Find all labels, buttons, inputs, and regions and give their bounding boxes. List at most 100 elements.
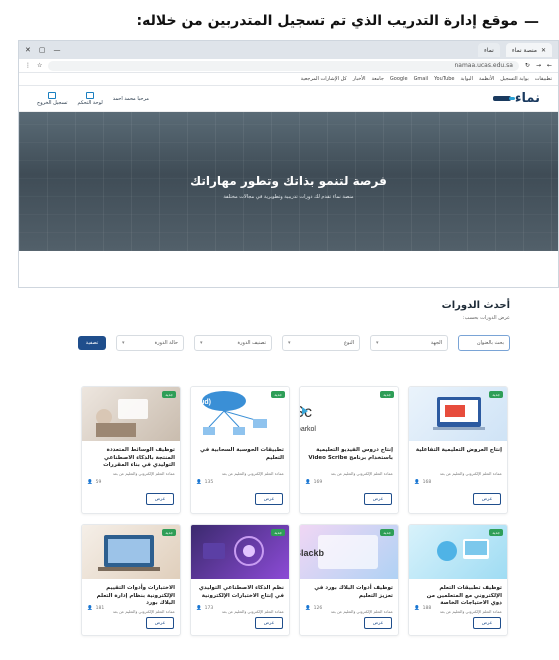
course-image: جديد [409,525,507,579]
svg-text:from Sparkol: from Sparkol [300,426,316,433]
user-greeting[interactable]: مرحبا محمد احمد [113,96,149,102]
browser-tab-active[interactable]: منصة نماء ✕ [505,43,552,57]
forward-icon[interactable]: → [536,62,541,69]
browser-window: ✕ ▢ — نماء منصة نماء ✕ ⋮ ☆ namaa.ucas.edu.s… [18,40,559,288]
svg-text:(Cloud): (Cloud) [191,399,211,406]
course-image: جديد [409,387,507,441]
course-title: إنتاج العروض التعليمية التفاعلية [415,447,502,453]
bookmark-item[interactable]: YouTube [434,76,454,82]
course-title: نظم الذكاء الاصطناعي التوليدي في إنتاج ا… [198,585,284,599]
status-select[interactable]: حالة الدورة ▾ [116,335,184,351]
chevron-down-icon: ▾ [376,340,379,346]
entity-select[interactable]: الجهة ▾ [370,335,448,351]
view-course-button[interactable]: عرض [364,493,392,505]
course-title: توظيف الوسائط المتعددة المنتجة بالذكاء ا… [103,447,175,469]
back-icon[interactable]: ← [547,62,552,69]
view-course-button[interactable]: عرض [473,493,501,505]
search-input[interactable]: بحث بالعنوان [458,335,510,351]
page: — موقع إدارة التدريب الذي تم تسجيل المتد… [0,0,559,660]
bookmark-item[interactable]: الأنظمة [479,76,494,82]
chevron-down-icon: ▾ [122,340,125,346]
bookmark-item[interactable]: Google [390,76,408,82]
hero-subtitle: منصة نماء تقدم لك دورات تدريبية وتطويرية… [223,194,354,200]
course-image: Blackb جديد [300,525,398,579]
new-badge: جديد [162,391,176,398]
bookmark-item[interactable]: بوابة التسجيل [500,76,528,82]
filters-row: بحث بالعنوان الجهة ▾ النوع ▾ تصنيف الدورة ▾… [70,335,510,351]
bookmark-item[interactable]: كل الإشارات المرجعية [301,76,347,82]
dashboard-button[interactable]: لوحة التحكم [78,91,103,106]
course-card[interactable]: جديد توظيف الوسائط المتعددة المنتجة بالذ… [81,386,181,514]
course-count: 👤 135 [196,480,214,485]
view-course-button[interactable]: عرض [146,617,174,629]
user-icon: 👤 [305,606,311,611]
course-count: 👤 126 [305,606,323,611]
user-icon: 👤 [196,480,202,485]
course-image: VideoSc from Sparkol جديد [300,387,398,441]
logo-mark-icon [492,96,515,101]
window-controls[interactable]: ✕ ▢ — [25,46,61,54]
new-badge: جديد [271,391,285,398]
hero-banner: فرصة لتنمو بذاتك وتطور مهاراتك منصة نماء… [19,112,558,251]
course-title: إنتاج دروس الفيديو التعليمية باستخدام بر… [308,447,393,461]
category-select[interactable]: تصنيف الدورة ▾ [194,335,272,351]
courses-grid-row-2: جديد توظيف تطبيقات التعلم الإلكتروني مع … [81,524,508,636]
course-count: 👤 181 [87,606,105,611]
course-title: تطبيقات الحوسبة السحابية في التعليم [200,447,284,461]
user-icon: 👤 [414,606,420,611]
course-card[interactable]: جديد الاختبارات وأدوات التقييم الإلكترون… [81,524,181,636]
course-count: 👤 173 [196,606,214,611]
svg-text:Blackb: Blackb [300,548,325,558]
new-badge: جديد [380,529,394,536]
new-badge: جديد [271,529,285,536]
type-select[interactable]: النوع ▾ [282,335,360,351]
site-logo[interactable]: نماء [492,91,540,106]
close-icon[interactable]: ✕ [541,47,546,54]
bookmark-item[interactable]: البوابة [461,76,473,82]
course-card[interactable]: جديد نظم الذكاء الاصطناعي التوليدي في إن… [190,524,290,636]
view-course-button[interactable]: عرض [255,617,283,629]
site-navbar: تسجيل الخروج لوحة التحكم مرحبا محمد احمد… [19,86,558,112]
chevron-down-icon: ▾ [288,340,291,346]
view-course-button[interactable]: عرض [255,493,283,505]
menu-icon[interactable]: ⋮ [25,62,31,69]
section-title: أحدث الدورات [441,300,510,311]
course-image: جديد [82,387,180,441]
browser-tab[interactable]: نماء [478,43,500,57]
course-image: جديد [191,525,289,579]
view-course-button[interactable]: عرض [473,617,501,629]
courses-section: أحدث الدورات عرض الدورات بحسب: بحث بالعن… [70,300,510,351]
svg-text:VideoSc: VideoSc [300,404,312,421]
browser-tab-bar: ✕ ▢ — نماء منصة نماء ✕ [19,41,558,59]
course-image: جديد [82,525,180,579]
course-card[interactable]: جديد توظيف تطبيقات التعلم الإلكتروني مع … [408,524,508,636]
star-icon[interactable]: ☆ [37,62,42,69]
bookmark-item[interactable]: الأخبار [353,76,366,82]
filter-button[interactable]: تصفية [78,336,106,350]
course-card[interactable]: جديد إنتاج العروض التعليمية التفاعلية عم… [408,386,508,514]
course-count: 👤 169 [305,480,323,485]
chevron-down-icon: ▾ [200,340,203,346]
course-image: (Cloud) جديد [191,387,289,441]
reload-icon[interactable]: ↻ [525,62,530,69]
course-title: الاختبارات وأدوات التقييم الإلكترونية بن… [96,585,175,607]
course-card[interactable]: (Cloud) جديد تطبيقات الحوسبة السحابية في… [190,386,290,514]
course-title: توظيف أدوات البلاك بورد في تعزيز التعليم [314,585,393,599]
bookmark-item[interactable]: تطبيقات [535,76,552,82]
new-badge: جديد [162,529,176,536]
user-icon: 👤 [305,480,311,485]
address-bar-row: ⋮ ☆ namaa.ucas.edu.sa ↻ → ← [19,59,558,73]
course-count: 👤 188 [414,606,432,611]
bookmark-item[interactable]: Gmail [414,76,429,82]
course-card[interactable]: Blackb جديد توظيف أدوات البلاك بورد في ت… [299,524,399,636]
user-icon: 👤 [196,606,202,611]
course-title: توظيف تطبيقات التعلم الإلكتروني مع المتع… [426,585,502,607]
course-count: 👤 168 [414,480,432,485]
course-card[interactable]: VideoSc from Sparkol جديد إنتاج دروس الفي… [299,386,399,514]
section-subtitle: عرض الدورات بحسب: [462,315,510,321]
view-course-button[interactable]: عرض [364,617,392,629]
bookmark-item[interactable]: جامعة [372,76,384,82]
view-course-button[interactable]: عرض [146,493,174,505]
logout-button[interactable]: تسجيل الخروج [37,91,68,106]
url-input[interactable]: namaa.ucas.edu.sa [48,60,519,71]
